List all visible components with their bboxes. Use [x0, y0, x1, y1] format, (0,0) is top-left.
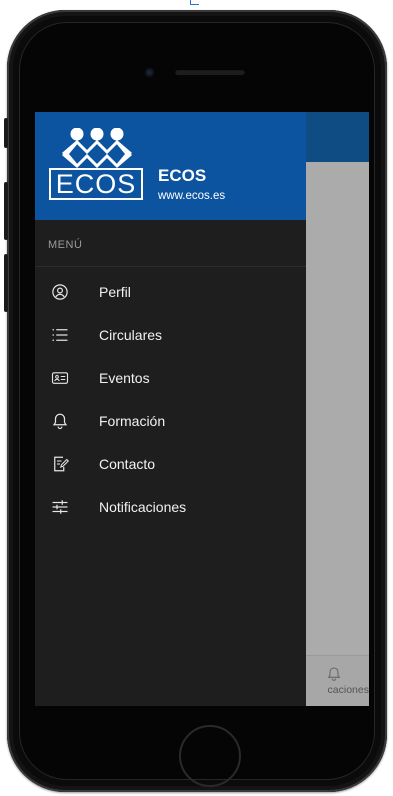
- menu-item-notificaciones[interactable]: Notificaciones: [35, 485, 306, 528]
- menu-item-label: Circulares: [99, 326, 163, 343]
- menu-divider: [35, 266, 306, 267]
- volume-up-button: [4, 182, 8, 240]
- chevron-icon: [190, 0, 199, 5]
- ecos-logo: ECOS: [49, 128, 145, 204]
- logo-figures-icon: [62, 128, 132, 169]
- mute-switch: [4, 118, 8, 148]
- menu-heading: MENÚ: [48, 239, 83, 251]
- bottom-tab-label: caciones: [327, 684, 369, 696]
- sliders-icon: [52, 499, 68, 514]
- id-card-icon: [51, 371, 69, 384]
- navigation-drawer: ECOS ECOS www.ecos.es MENÚ Perfil Circul…: [35, 112, 306, 706]
- menu-item-label: Perfil: [99, 283, 131, 300]
- menu-list: Perfil Circulares Eventos Formación Cont…: [35, 270, 306, 528]
- bell-icon: [52, 413, 68, 429]
- menu-item-formacion[interactable]: Formación: [35, 399, 306, 442]
- bell-icon: [327, 667, 341, 681]
- volume-down-button: [4, 254, 8, 312]
- menu-item-contacto[interactable]: Contacto: [35, 442, 306, 485]
- menu-item-eventos[interactable]: Eventos: [35, 356, 306, 399]
- stage: caciones ECOS ECOS www.ecos.es MENÚ Perf…: [0, 0, 393, 796]
- home-button[interactable]: [179, 725, 241, 787]
- speaker-grille: [175, 69, 245, 75]
- menu-item-label: Contacto: [99, 455, 156, 472]
- menu-item-label: Eventos: [99, 369, 150, 386]
- menu-item-perfil[interactable]: Perfil: [35, 270, 306, 313]
- brand-url[interactable]: www.ecos.es: [158, 190, 225, 202]
- logo-wordmark: ECOS: [49, 168, 143, 200]
- bottom-tab-notificaciones[interactable]: caciones: [299, 656, 369, 706]
- screen: caciones ECOS ECOS www.ecos.es MENÚ Perf…: [35, 112, 369, 706]
- edit-document-icon: [54, 456, 69, 471]
- drawer-header: ECOS ECOS www.ecos.es: [35, 112, 306, 220]
- menu-item-label: Notificaciones: [99, 498, 187, 515]
- camera-icon: [145, 68, 154, 77]
- user-circle-icon: [52, 283, 68, 300]
- menu-item-circulares[interactable]: Circulares: [35, 313, 306, 356]
- menu-item-label: Formación: [99, 412, 166, 429]
- list-icon: [52, 328, 68, 341]
- brand-title: ECOS: [158, 166, 207, 185]
